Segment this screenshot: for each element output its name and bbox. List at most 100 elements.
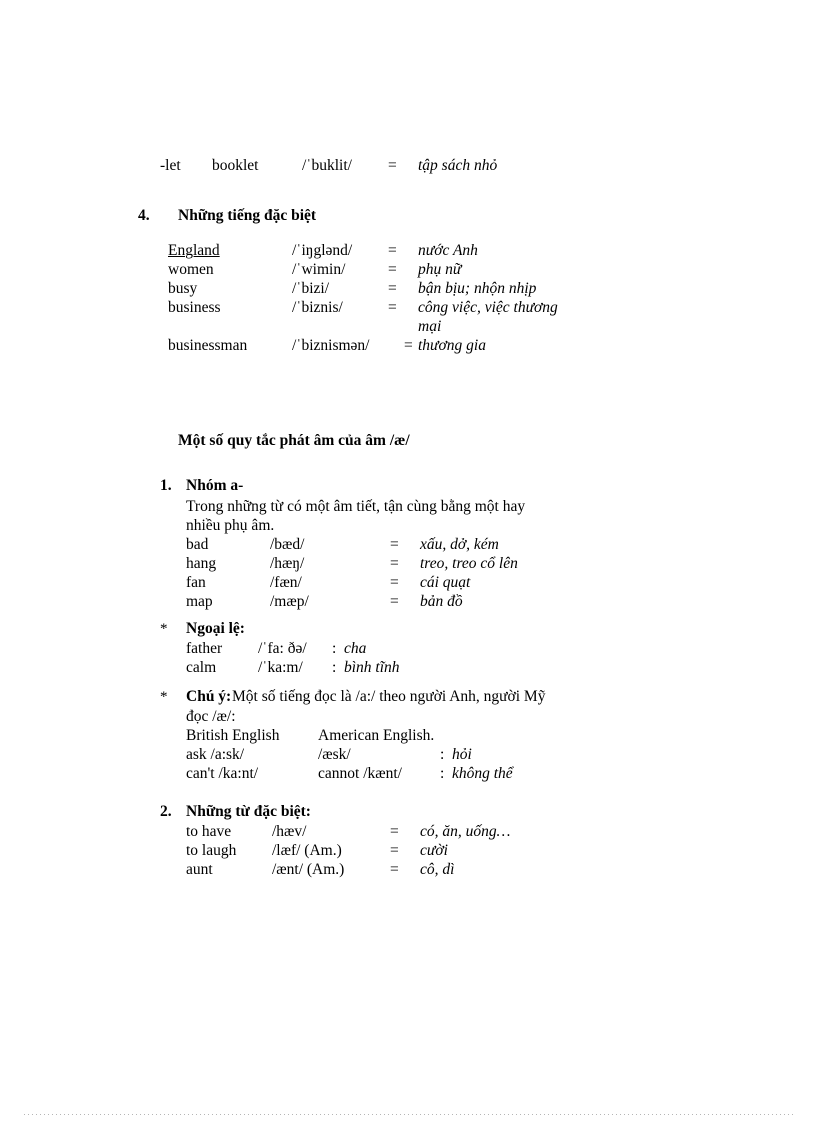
phonetic-label: /mæp/ — [270, 593, 309, 610]
section-title: Những tiếng đặc biệt — [178, 207, 317, 224]
phonetic-label: /ˈbuklit/ — [302, 157, 352, 174]
meaning-label: phụ nữ — [418, 261, 462, 278]
table-row: father /ˈfa: ðə/ : cha — [0, 639, 816, 658]
colon-sign: : — [440, 765, 445, 782]
meaning-label-wrap: mại — [418, 318, 442, 335]
section-number: 4. — [138, 207, 150, 224]
scanned-page: -let booklet /ˈbuklit/ = tập sách nhỏ 4.… — [0, 0, 816, 1123]
meaning-label: công việc, việc thương — [418, 299, 558, 316]
equals-sign: = — [404, 337, 413, 354]
note-title: Chú ý: — [186, 688, 232, 705]
section1-intro-line-1: Trong những từ có một âm tiết, tận cùng … — [0, 497, 816, 516]
meaning-label: nước Anh — [418, 242, 478, 259]
top-margin-spacer — [0, 0, 816, 156]
intro-text: nhiều phụ âm. — [186, 517, 275, 534]
equals-sign: = — [388, 242, 397, 259]
equals-sign: = — [390, 861, 399, 878]
table-row: to have /hæv/ = có, ăn, uống… — [0, 822, 816, 841]
american-label: /æsk/ — [318, 746, 351, 763]
word-label: hang — [186, 555, 217, 572]
table-row: women /ˈwimin/ = phụ nữ — [0, 260, 816, 279]
note-line-1-text: Một số tiếng đọc là /a:/ theo người Anh,… — [232, 688, 546, 705]
word-label: business — [168, 299, 221, 316]
spacer-before-section2 — [0, 783, 816, 801]
phonetic-label: /hæv/ — [272, 823, 307, 840]
word-label: busy — [168, 280, 198, 297]
equals-sign: = — [388, 299, 397, 316]
meaning-label: thương gia — [418, 337, 486, 354]
section-number: 2. — [160, 803, 172, 820]
phonetic-label: /ˈfa: ðə/ — [258, 640, 307, 657]
meaning-label: tập sách nhỏ — [418, 157, 498, 174]
section-title: Nhóm a- — [186, 477, 244, 494]
phonetic-label: /fæn/ — [270, 574, 302, 591]
section-heading-4: 4. Những tiếng đặc biệt — [0, 205, 816, 227]
phonetic-label: /hæŋ/ — [270, 555, 305, 572]
meaning-label: có, ăn, uống… — [420, 823, 511, 840]
word-label: calm — [186, 659, 217, 676]
equals-sign: = — [388, 280, 397, 297]
section-number: 1. — [160, 477, 172, 494]
exception-title: Ngoại lệ: — [186, 620, 245, 637]
page-content: -let booklet /ˈbuklit/ = tập sách nhỏ 4.… — [0, 0, 816, 879]
section-heading-1: 1. Nhóm a- — [0, 475, 816, 497]
colon-sign: : — [332, 659, 337, 676]
section-heading-2: 2. Những từ đặc biệt: — [0, 801, 816, 822]
meaning-label: không thể — [452, 765, 513, 782]
table-row: England /ˈiŋglənd/ = nước Anh — [0, 241, 816, 260]
phonetic-label: /ˈka:m/ — [258, 659, 303, 676]
table-row: to laugh /læf/ (Am.) = cười — [0, 841, 816, 860]
phonetic-label: /ˈbiznis/ — [292, 299, 343, 316]
british-label: ask /a:sk/ — [186, 746, 245, 763]
section1-intro-line-2: nhiều phụ âm. — [0, 516, 816, 535]
spacer-after-booklet — [0, 175, 816, 205]
entry-row-booklet: -let booklet /ˈbuklit/ = tập sách nhỏ — [0, 156, 816, 175]
spacer-before-exception — [0, 611, 816, 619]
american-label: cannot /kænt/ — [318, 765, 402, 782]
intro-text: Trong những từ có một âm tiết, tận cùng … — [186, 498, 526, 515]
spacer-after-sec4-heading — [0, 227, 816, 241]
equals-sign: = — [390, 555, 399, 572]
word-label: to laugh — [186, 842, 237, 859]
word-label: to have — [186, 823, 232, 840]
word-label: England — [168, 242, 220, 259]
word-label: father — [186, 640, 223, 657]
british-label: can't /ka:nt/ — [186, 765, 259, 782]
table-row: business /ˈbiznis/ = công việc, việc thư… — [0, 298, 816, 317]
phonetic-label: /ˈbiznismən/ — [292, 337, 370, 354]
equals-sign: = — [388, 157, 397, 174]
phonetic-label: /ˈbizi/ — [292, 280, 330, 297]
equals-sign: = — [390, 842, 399, 859]
column-header-american: American English. — [318, 727, 435, 744]
equals-sign: = — [388, 261, 397, 278]
table-row: calm /ˈka:m/ : bình tĩnh — [0, 658, 816, 677]
meaning-label: cô, dì — [420, 861, 455, 878]
meaning-label: bản đồ — [420, 593, 463, 610]
comparison-header-row: British English American English. — [0, 726, 816, 745]
phonetic-label: /ˈwimin/ — [292, 261, 346, 278]
table-row-continuation: mại — [0, 317, 816, 336]
meaning-label: treo, treo cổ lên — [420, 555, 518, 572]
table-row: aunt /ænt/ (Am.) = cô, dì — [0, 860, 816, 879]
equals-sign: = — [390, 574, 399, 591]
word-label: booklet — [212, 157, 259, 174]
table-row: map /mæp/ = bản đồ — [0, 592, 816, 611]
equals-sign: = — [390, 823, 399, 840]
spacer-before-main-heading — [0, 355, 816, 429]
phonetic-label: /ænt/ (Am.) — [272, 861, 345, 878]
meaning-label: hỏi — [452, 746, 472, 763]
table-row: ask /a:sk/ /æsk/ : hỏi — [0, 745, 816, 764]
word-label: bad — [186, 536, 209, 553]
meaning-label: cười — [420, 842, 448, 859]
asterisk-icon: * — [160, 689, 168, 705]
word-label: businessman — [168, 337, 248, 354]
table-row: hang /hæŋ/ = treo, treo cổ lên — [0, 554, 816, 573]
section-title: Những từ đặc biệt: — [186, 803, 311, 820]
colon-sign: : — [440, 746, 445, 763]
page-title: Một số quy tắc phát âm của âm /æ/ — [178, 432, 410, 449]
meaning-label: bình tĩnh — [344, 659, 400, 676]
table-row: fan /fæn/ = cái quạt — [0, 573, 816, 592]
note-line-2-text: đọc /æ/: — [186, 708, 236, 725]
phonetic-label: /ˈiŋglənd/ — [292, 242, 353, 259]
meaning-label: bận bịu; nhộn nhịp — [418, 280, 537, 297]
